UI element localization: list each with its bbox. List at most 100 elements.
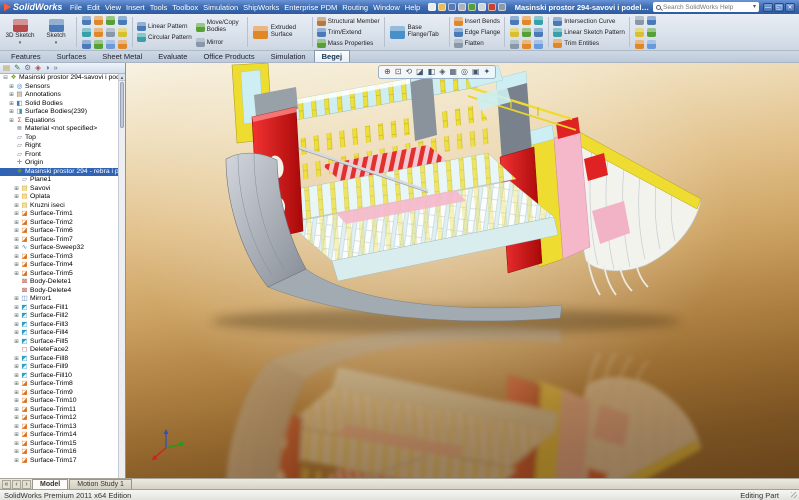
- ribbon-tool-icon[interactable]: [510, 16, 519, 25]
- select-icon[interactable]: [478, 3, 486, 11]
- tree-item[interactable]: ⊞ ◪ Surface-Trim13: [0, 423, 118, 432]
- trim-entities-button[interactable]: Trim Entities: [551, 38, 627, 48]
- zoom-fit-icon[interactable]: ⊕: [384, 67, 391, 77]
- tree-item[interactable]: ⊞ ◪ Surface-Trim9: [0, 389, 118, 398]
- expander-icon[interactable]: ⊞: [8, 83, 15, 91]
- command-tab[interactable]: Begej: [314, 50, 350, 62]
- tree-item[interactable]: ⊞ ◩ Surface-Fill3: [0, 321, 118, 330]
- tree-item[interactable]: ⊞ ◧ Solid Bodies: [0, 100, 118, 109]
- mirror-button[interactable]: Mirror: [194, 37, 245, 47]
- expander-icon[interactable]: ⊞: [13, 397, 20, 405]
- expander-icon[interactable]: ⊞: [13, 423, 20, 431]
- expander-icon[interactable]: ⊞: [13, 355, 20, 363]
- ribbon-tool-icon[interactable]: [635, 16, 644, 25]
- tree-item[interactable]: ⊞ ◪ Surface-Trim8: [0, 380, 118, 389]
- extruded-surface-button[interactable]: Extruded Surface: [250, 15, 310, 49]
- ribbon-tool-icon[interactable]: [522, 28, 531, 37]
- tree-item[interactable]: ⊞ ▤ Oplata: [0, 193, 118, 202]
- tree-item[interactable]: ⊞ ◎ Sensors: [0, 83, 118, 92]
- ribbon-tool-icon[interactable]: [106, 16, 115, 25]
- command-tab[interactable]: Office Products: [195, 50, 262, 62]
- mass-properties-button[interactable]: Mass Properties: [315, 38, 382, 48]
- undo-icon[interactable]: [468, 3, 476, 11]
- tree-item[interactable]: ⊠ Body-Delete1: [0, 278, 118, 287]
- ribbon-tool-icon[interactable]: [118, 28, 127, 37]
- circular-pattern-button[interactable]: Circular Pattern: [135, 33, 194, 43]
- structural-member-button[interactable]: Structural Member: [315, 16, 382, 26]
- linear-pattern-button[interactable]: Linear Pattern: [135, 22, 194, 32]
- menu-item[interactable]: Simulation: [201, 3, 241, 12]
- ribbon-tool-icon[interactable]: [647, 28, 656, 37]
- expander-icon[interactable]: ⊞: [13, 338, 20, 346]
- expander-icon[interactable]: ⊞: [13, 321, 20, 329]
- displaymanager-tab-icon[interactable]: ◑: [45, 63, 50, 73]
- close-button[interactable]: ✕: [785, 3, 795, 12]
- ribbon-tool-icon[interactable]: [522, 40, 531, 49]
- expander-icon[interactable]: ⊞: [13, 380, 20, 388]
- expander-icon[interactable]: ⊞: [13, 227, 20, 235]
- tree-item[interactable]: ◻ DeleteFace2: [0, 346, 118, 355]
- panel-split-icon[interactable]: »: [53, 63, 57, 73]
- tree-item[interactable]: ⊞ ◨ Surface Bodies(239): [0, 108, 118, 117]
- ribbon-tool-icon[interactable]: [82, 16, 91, 25]
- previous-view-icon[interactable]: ⟲: [405, 67, 412, 77]
- scroll-up-icon[interactable]: ▲: [119, 74, 125, 81]
- expander-icon[interactable]: ⊞: [13, 244, 20, 252]
- expander-icon[interactable]: ⊞: [13, 219, 20, 227]
- tree-item[interactable]: ⊞ ◪ Surface-Trim16: [0, 448, 118, 457]
- tree-item[interactable]: ⊞ ◪ Surface-Trim12: [0, 414, 118, 423]
- new-icon[interactable]: [428, 3, 436, 11]
- ribbon-tool-icon[interactable]: [635, 40, 644, 49]
- ribbon-tool-icon[interactable]: [647, 40, 656, 49]
- print-icon[interactable]: [458, 3, 466, 11]
- section-view-icon[interactable]: ◪: [416, 67, 424, 77]
- menu-item[interactable]: Tools: [147, 3, 170, 12]
- ribbon-tool-icon[interactable]: [82, 40, 91, 49]
- tree-item[interactable]: ⊞ Σ Equations: [0, 117, 118, 126]
- tree-item[interactable]: ⊞ ◪ Surface-Trim1: [0, 210, 118, 219]
- trim-extend-button[interactable]: Trim/Extend: [315, 27, 382, 37]
- save-icon[interactable]: [448, 3, 456, 11]
- expander-icon[interactable]: ⊞: [13, 329, 20, 337]
- ribbon-tool-icon[interactable]: [94, 16, 103, 25]
- 3d-sketch-button[interactable]: 3D Sketch ▾: [2, 15, 38, 49]
- ribbon-tool-icon[interactable]: [94, 28, 103, 37]
- menu-item[interactable]: Help: [402, 3, 422, 12]
- featuremanager-tab-icon[interactable]: ▤: [3, 63, 10, 73]
- dimxpertmanager-tab-icon[interactable]: ◈: [35, 63, 41, 73]
- tree-item[interactable]: ⊞ ❖ Masinski prostor 294 - rebra i pregr…: [0, 168, 118, 177]
- tree-item[interactable]: ⊞ ◪ Surface-Trim5: [0, 270, 118, 279]
- ribbon-tool-icon[interactable]: [118, 40, 127, 49]
- open-icon[interactable]: [438, 3, 446, 11]
- expander-icon[interactable]: ⊞: [13, 372, 20, 380]
- tree-item[interactable]: ≣ Material <not specified>: [0, 125, 118, 134]
- insert-bends-button[interactable]: Insert Bends: [452, 16, 503, 26]
- expander-icon[interactable]: ⊞: [13, 185, 20, 193]
- expander-icon[interactable]: ⊞: [13, 295, 20, 303]
- expander-icon[interactable]: ⊞: [13, 193, 20, 201]
- tree-item[interactable]: ⊞ ◪ Surface-Trim10: [0, 397, 118, 406]
- ribbon-tool-icon[interactable]: [82, 28, 91, 37]
- tree-item[interactable]: ▱ Plane1: [0, 176, 118, 185]
- tree-item[interactable]: ⊞ ◩ Surface-Fill9: [0, 363, 118, 372]
- tree-item[interactable]: ⊞ ◪ Surface-Trim14: [0, 431, 118, 440]
- ribbon-tool-icon[interactable]: [106, 28, 115, 37]
- menu-item[interactable]: Insert: [124, 3, 148, 12]
- command-tab[interactable]: Surfaces: [49, 50, 95, 62]
- expander-icon[interactable]: ⊞: [13, 363, 20, 371]
- ribbon-tool-icon[interactable]: [534, 28, 543, 37]
- expander-icon[interactable]: ⊞: [13, 253, 20, 261]
- tree-item[interactable]: ⊞ ◪ Surface-Trim7: [0, 236, 118, 245]
- configurationmanager-tab-icon[interactable]: ⚙: [24, 63, 31, 73]
- base-flange-tab-button[interactable]: Base Flange/Tab: [387, 15, 447, 49]
- ribbon-tool-icon[interactable]: [106, 40, 115, 49]
- ribbon-tool-icon[interactable]: [635, 28, 644, 37]
- tree-item[interactable]: ▱ Top: [0, 134, 118, 143]
- expander-icon[interactable]: ⊞: [13, 270, 20, 278]
- expander-icon[interactable]: ⊞: [13, 440, 20, 448]
- tree-item[interactable]: ⊞ ◩ Surface-Fill10: [0, 372, 118, 381]
- display-style-icon[interactable]: ◈: [439, 67, 445, 77]
- intersection-curve-button[interactable]: Intersection Curve: [551, 16, 627, 26]
- tree-item[interactable]: ⊞ ▤ Kruzni iseci: [0, 202, 118, 211]
- rebuild-icon[interactable]: [488, 3, 496, 11]
